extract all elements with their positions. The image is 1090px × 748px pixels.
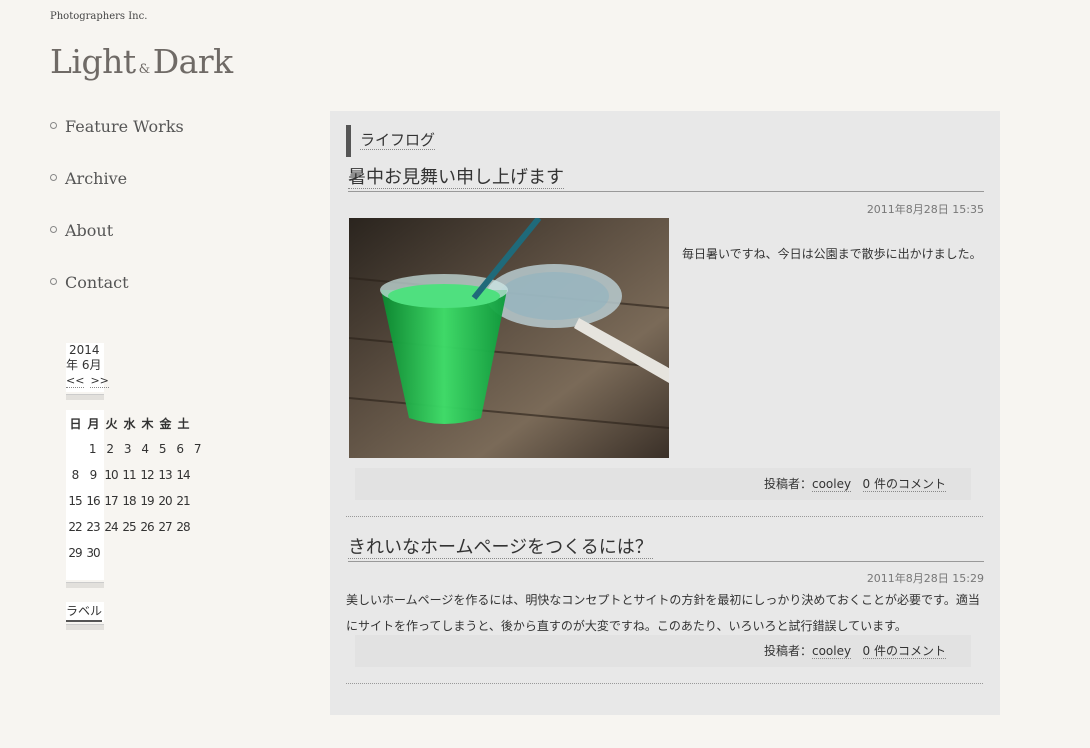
weekday-sat: 土 [177, 416, 189, 431]
calendar-divider [66, 582, 104, 588]
calendar-nav: << >> [66, 373, 109, 392]
company-name: Photographers Inc. [50, 11, 148, 22]
calendar-day: 15 [68, 494, 82, 508]
calendar-day: 7 [193, 442, 202, 456]
label-link[interactable]: ラベル [66, 602, 103, 622]
calendar-day: 10 [104, 468, 118, 482]
site-logo[interactable]: Light &Dark [50, 42, 233, 81]
label-divider [66, 624, 104, 630]
calendar-day: 17 [104, 494, 118, 508]
nav-item-feature-works[interactable]: Feature Works [50, 116, 184, 168]
nav-link-archive[interactable]: Archive [65, 168, 127, 190]
calendar-day: 13 [158, 468, 172, 482]
circle-bullet-icon [50, 278, 57, 285]
calendar-day: 5 [158, 442, 167, 456]
calendar-divider [66, 394, 104, 400]
calendar-week: 22 23 24 25 26 27 28 [66, 514, 206, 540]
main-content: ライフログ 暑中お見舞い申し上げます 2011年8月28日 15:35 毎日暑い… [330, 111, 1000, 715]
calendar-day: 4 [141, 442, 149, 456]
author-link[interactable]: cooley [811, 477, 852, 492]
weekday-wed: 水 [123, 416, 135, 431]
circle-bullet-icon [50, 174, 57, 181]
calendar-weekday-row: 日 月 火 水 木 金 土 [66, 410, 206, 436]
calendar-week: 15 16 17 18 19 20 21 [66, 488, 206, 514]
calendar-next-link[interactable]: >> [90, 374, 109, 388]
post-title-link[interactable]: きれいなホームページをつくるには？ [348, 537, 653, 559]
calendar-day: 1 [88, 442, 97, 456]
calendar-day: 21 [176, 494, 190, 508]
calendar-prev-link[interactable]: << [66, 374, 85, 388]
post-separator [346, 683, 983, 684]
calendar-day: 18 [122, 494, 136, 508]
circle-bullet-icon [50, 122, 57, 129]
calendar-day: 23 [86, 520, 100, 534]
section-title: ライフログ [346, 125, 436, 157]
calendar-day: 6 [176, 442, 184, 456]
post-date: 2011年8月28日 15:29 [866, 572, 984, 585]
calendar-day: 30 [86, 546, 100, 560]
nav-item-archive[interactable]: Archive [50, 168, 184, 220]
label-heading[interactable]: ラベル [66, 602, 104, 622]
author-label: 投稿者： [763, 644, 812, 658]
calendar-day: 11 [122, 468, 136, 482]
calendar-day: 20 [158, 494, 172, 508]
calendar-week: 1 2 3 4 5 6 7 [66, 436, 206, 462]
post-date: 2011年8月28日 15:35 [866, 203, 984, 216]
calendar-day: 8 [71, 468, 80, 482]
post-photo-green-drink [349, 218, 669, 458]
post-body: 美しいホームページを作るには、明快なコンセプトとサイトの方針を最初にしっかり決め… [346, 593, 980, 633]
logo-dark: Dark [152, 42, 233, 81]
calendar-day: 24 [104, 520, 118, 534]
calendar-day: 3 [123, 442, 132, 456]
comments-link[interactable]: 0 件のコメント [862, 477, 946, 492]
calendar-day: 22 [68, 520, 82, 534]
calendar-day: 28 [176, 520, 190, 534]
photo-image [349, 218, 669, 458]
calendar-year: 2014 [66, 343, 104, 358]
calendar-day: 25 [122, 520, 136, 534]
calendar-day: 19 [140, 494, 154, 508]
post-title: 暑中お見舞い申し上げます [348, 163, 984, 192]
calendar-day: 2 [106, 442, 114, 456]
weekday-tue: 火 [105, 416, 117, 431]
nav-item-contact[interactable]: Contact [50, 272, 184, 324]
calendar-week: 8 9 10 11 12 13 14 [66, 462, 206, 488]
weekday-sun: 日 [69, 416, 81, 431]
logo-light: Light [50, 42, 136, 81]
weekday-mon: 月 [87, 416, 99, 431]
calendar-day: 29 [68, 546, 82, 560]
nav-link-about[interactable]: About [65, 220, 113, 242]
post-title-link[interactable]: 暑中お見舞い申し上げます [348, 167, 564, 189]
calendar-day: 26 [140, 520, 154, 534]
calendar-day: 9 [89, 468, 98, 482]
calendar-grid: 日 月 火 水 木 金 土 1 2 3 4 5 6 7 8 9 10 11 12… [66, 410, 206, 580]
nav-item-about[interactable]: About [50, 220, 184, 272]
weekday-fri: 金 [159, 416, 171, 431]
post-meta: 投稿者：cooley 0 件のコメント [355, 468, 971, 500]
weekday-thu: 木 [141, 416, 153, 431]
post-meta: 投稿者：cooley 0 件のコメント [355, 635, 971, 667]
post-body: 毎日暑いですね、今日は公園まで散歩に出かけました。 [682, 247, 982, 261]
logo-amp: & [138, 62, 151, 77]
author-link[interactable]: cooley [811, 644, 852, 659]
calendar-day: 14 [176, 468, 190, 482]
calendar-day: 12 [140, 468, 154, 482]
post-title: きれいなホームページをつくるには？ [348, 533, 984, 562]
calendar-day: 27 [158, 520, 172, 534]
calendar-month: 年 6月 [66, 358, 104, 373]
calendar-widget: 2014 年 6月 << >> 日 月 火 水 木 金 土 1 2 3 4 5 6… [66, 343, 206, 632]
section-title-text[interactable]: ライフログ [360, 131, 436, 150]
author-label: 投稿者： [763, 477, 812, 491]
nav-link-feature-works[interactable]: Feature Works [65, 116, 184, 138]
comments-link[interactable]: 0 件のコメント [862, 644, 946, 659]
calendar-week: 29 30 [66, 540, 206, 566]
calendar-day: 16 [86, 494, 100, 508]
nav-link-contact[interactable]: Contact [65, 272, 129, 294]
post-separator [346, 516, 983, 517]
circle-bullet-icon [50, 226, 57, 233]
main-nav: Feature Works Archive About Contact [50, 116, 184, 324]
